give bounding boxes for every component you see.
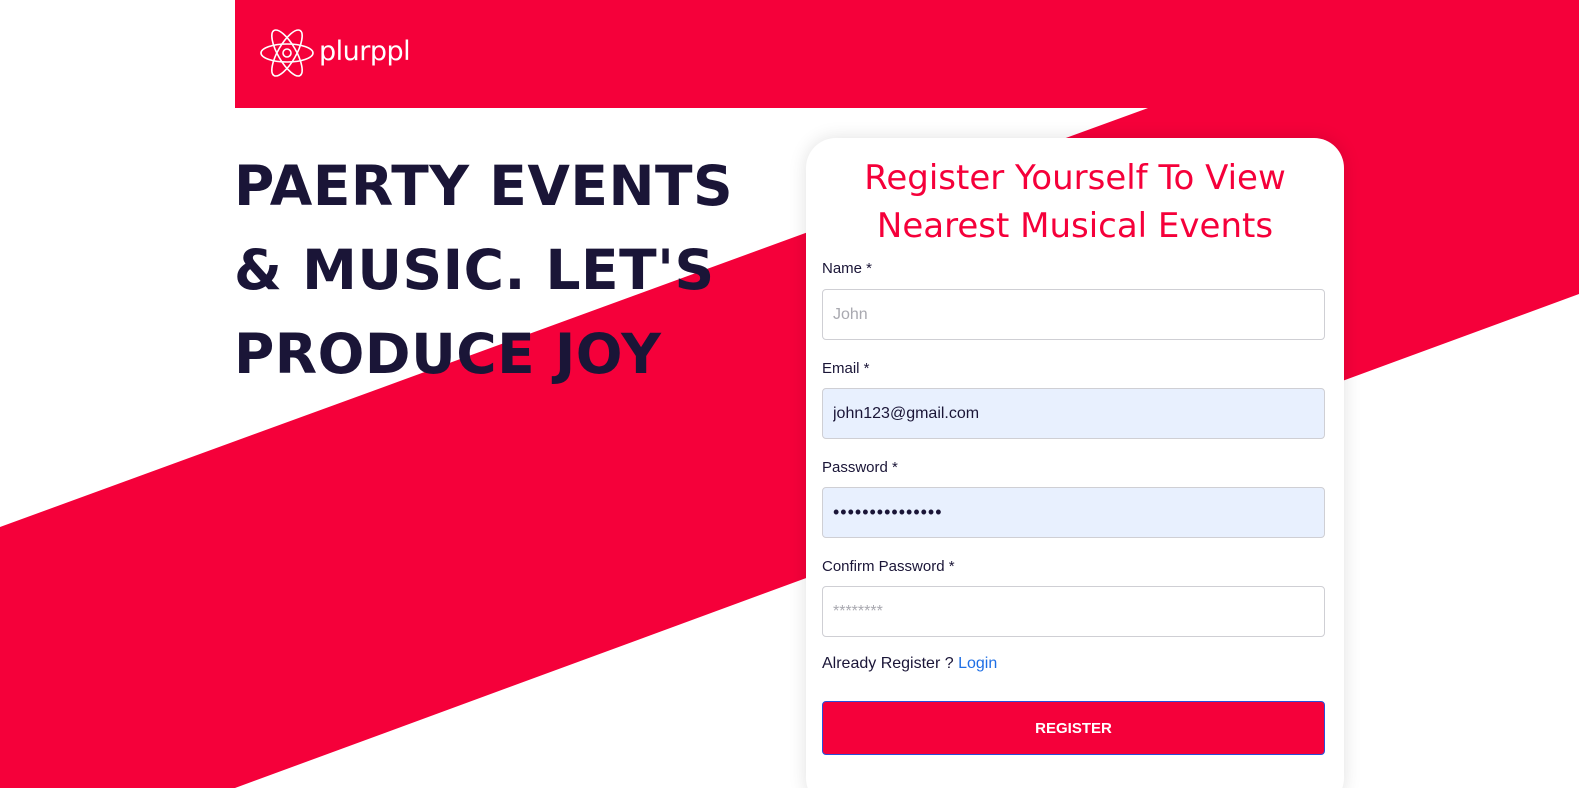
page: plurppl PAERTY EVENTS & MUSIC. LET'S PRO… <box>0 0 1579 788</box>
register-card: Register Yourself To View Nearest Musica… <box>806 138 1344 788</box>
header-band <box>235 0 1579 108</box>
confirm-password-label: Confirm Password * <box>822 558 955 575</box>
login-link[interactable]: Login <box>958 655 997 672</box>
password-label: Password * <box>822 459 898 476</box>
hero-headline: PAERTY EVENTS & MUSIC. LET'S PRODUCE JOY <box>234 154 734 386</box>
email-input[interactable] <box>822 388 1325 439</box>
register-title: Register Yourself To View Nearest Musica… <box>864 158 1286 246</box>
name-label: Name * <box>822 260 873 277</box>
atom-icon <box>258 22 316 84</box>
login-prompt-text: Already Register ? <box>822 655 954 672</box>
brand-logo[interactable]: plurppl <box>258 22 411 84</box>
login-prompt-row: Already Register ? Login <box>822 655 997 673</box>
brand-name: plurppl <box>319 35 411 67</box>
email-label: Email * <box>822 360 870 377</box>
name-input[interactable] <box>822 289 1325 340</box>
password-input[interactable] <box>822 487 1325 538</box>
confirm-password-input[interactable] <box>822 586 1325 637</box>
register-button[interactable]: REGISTER <box>822 701 1325 755</box>
